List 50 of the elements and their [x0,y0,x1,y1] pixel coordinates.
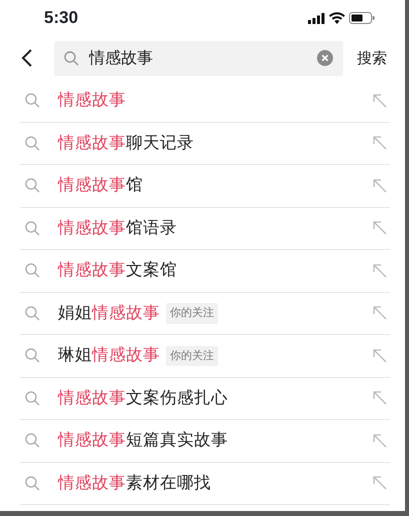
suggestion-item[interactable]: 娟姐情感故事 你的关注 [20,292,390,335]
arrow-icon[interactable] [373,94,387,108]
search-button[interactable]: 搜索 [357,46,387,70]
search-icon [25,220,40,236]
suggestion-text: 情感故事馆 [58,174,143,196]
back-icon[interactable] [20,47,34,69]
suggestion-item[interactable]: 情感故事文案馆 [20,250,390,292]
status-time: 5:30 [44,7,78,30]
suggestion-item[interactable]: 情感故事馆 [20,165,390,208]
arrow-icon[interactable] [373,434,387,448]
suggestion-text: 情感故事短篇真实故事 [58,429,228,452]
suggestion-item[interactable]: 情感故事聊天记录 [20,122,390,165]
clear-icon[interactable] [317,50,333,66]
suggestion-item[interactable]: 情感故事文案伤感扎心 [20,378,390,420]
arrow-icon[interactable] [373,476,387,490]
suggestion-item[interactable]: 情感故事短篇真实故事 [20,420,390,462]
arrow-icon[interactable] [373,136,387,150]
follow-tag: 你的关注 [166,346,218,366]
arrow-icon[interactable] [373,264,387,278]
search-icon [25,93,40,108]
search-icon [25,178,40,194]
battery-icon [349,12,375,24]
search-icon [25,476,40,491]
search-icon [25,263,40,278]
search-icon [25,433,40,448]
arrow-icon[interactable] [373,306,387,320]
suggestion-text: 琳姐情感故事 [58,344,160,366]
arrow-icon[interactable] [373,178,387,193]
arrow-icon[interactable] [373,221,387,236]
suggestion-text: 娟姐情感故事 [58,302,160,324]
wifi-icon [329,12,345,24]
search-icon [25,306,40,321]
search-icon [64,50,79,66]
suggestion-text: 情感故事聊天记录 [58,132,194,154]
suggestion-text: 情感故事馆语录 [58,216,177,239]
suggestion-item[interactable]: 情感故事馆语录 [20,208,390,250]
suggestion-item[interactable]: 情感故事素材在哪找 [20,462,390,505]
suggestion-text: 情感故事 [58,89,126,112]
arrow-icon[interactable] [373,348,387,363]
search-icon [25,136,40,151]
follow-tag: 你的关注 [166,303,218,324]
suggestion-item[interactable]: 情感故事 [20,80,390,122]
suggestion-text: 情感故事文案伤感扎心 [58,386,228,409]
signal-icon [308,12,325,24]
search-icon [25,348,40,364]
search-icon [25,390,40,406]
suggestion-text: 情感故事文案馆 [58,259,177,282]
suggestion-item[interactable]: 琳姐情感故事 你的关注 [20,335,390,378]
arrow-icon[interactable] [373,391,387,406]
suggestion-text: 情感故事素材在哪找 [58,472,211,494]
